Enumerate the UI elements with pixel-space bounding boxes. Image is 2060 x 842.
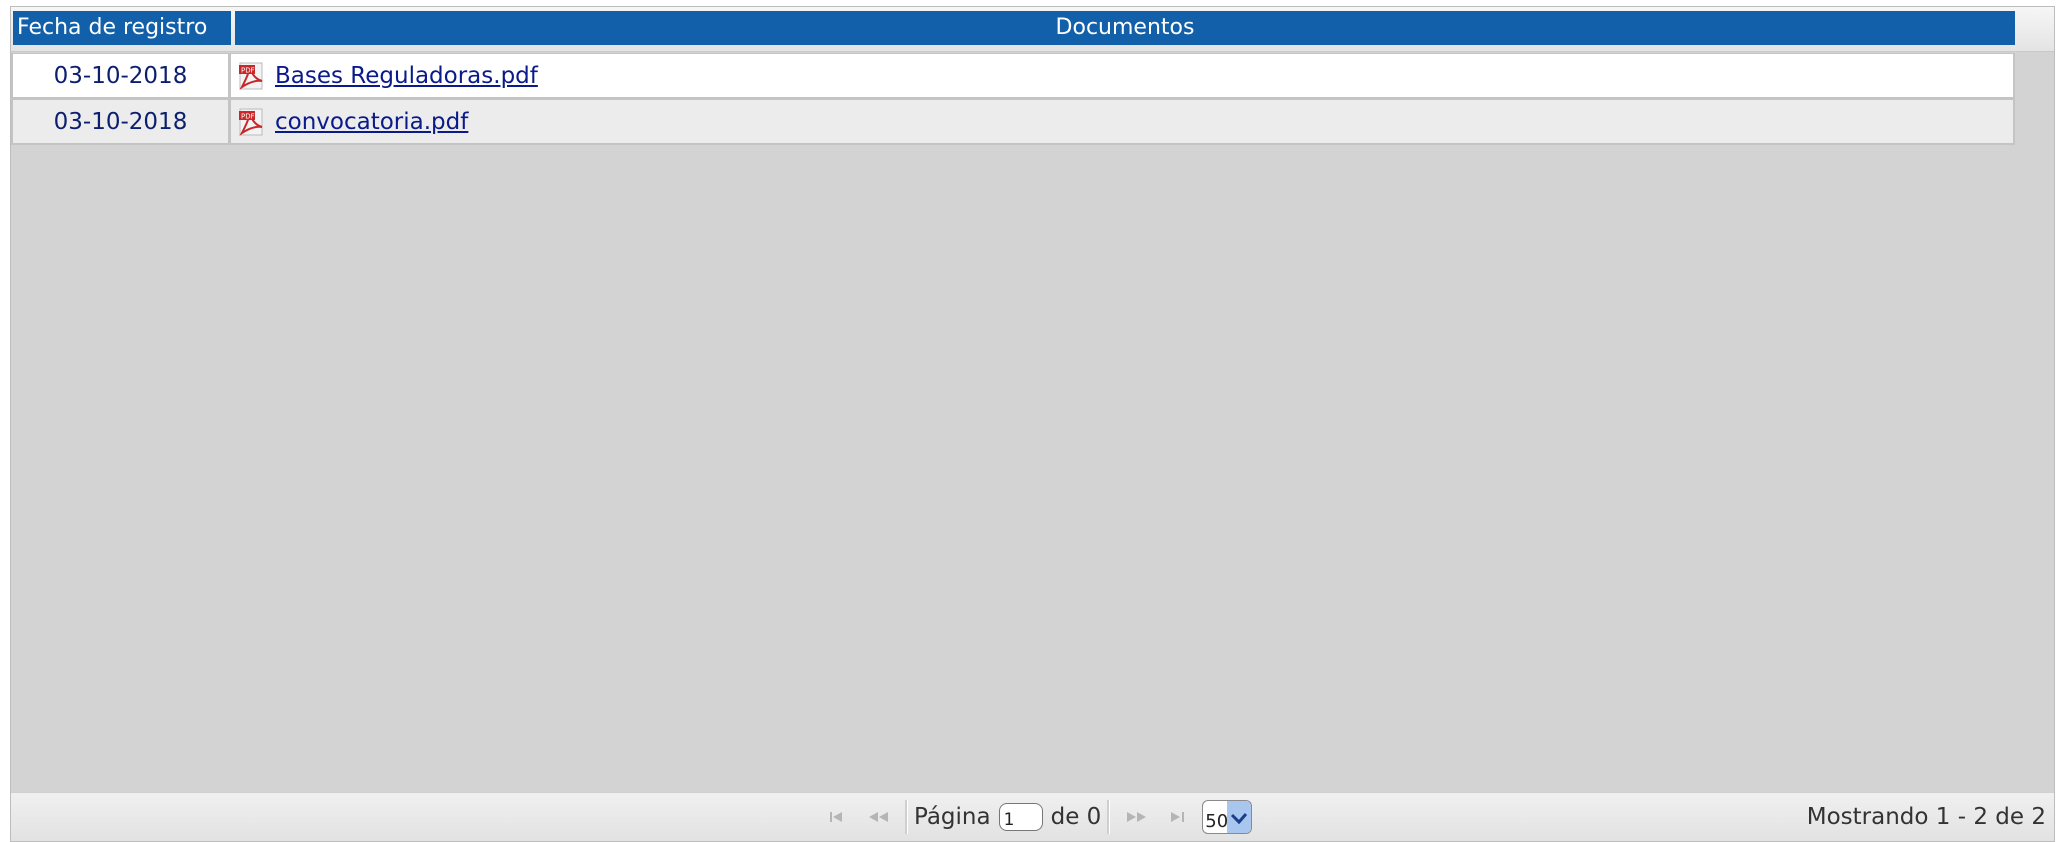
grid-body: 03-10-2018 PDF Bases Reguladoras.pdf 03-…: [11, 53, 2015, 145]
svg-text:PDF: PDF: [241, 112, 255, 120]
registration-date-cell: 03-10-2018: [13, 54, 231, 97]
pdf-icon: PDF: [239, 108, 263, 136]
first-page-icon[interactable]: [825, 807, 853, 827]
document-link[interactable]: convocatoria.pdf: [275, 109, 468, 135]
documents-grid: Fecha de registro Documentos 03-10-2018 …: [10, 6, 2055, 842]
chevron-down-icon[interactable]: [1227, 801, 1252, 833]
column-header-fecha-de-registro[interactable]: Fecha de registro: [13, 11, 231, 45]
document-link[interactable]: Bases Reguladoras.pdf: [275, 63, 538, 89]
page-label: Página: [914, 804, 991, 830]
document-cell: PDF Bases Reguladoras.pdf: [231, 54, 538, 97]
records-count: Mostrando 1 - 2 de 2: [1806, 804, 2046, 830]
registration-date-cell: 03-10-2018: [13, 100, 231, 143]
pagination-bar: Página de 0 50: [11, 792, 2054, 841]
column-header-documentos[interactable]: Documentos: [235, 11, 2015, 45]
table-row[interactable]: 03-10-2018 PDF Bases Reguladoras.pdf: [11, 53, 2015, 99]
pdf-icon: PDF: [239, 62, 263, 90]
page-number-input[interactable]: [998, 803, 1043, 831]
page-total-label: de 0: [1050, 804, 1102, 830]
page-size-select[interactable]: 50: [1202, 800, 1253, 834]
next-page-icon[interactable]: [1122, 807, 1150, 827]
pager-separator: [905, 800, 908, 834]
svg-text:PDF: PDF: [241, 66, 255, 74]
pager-separator: [1107, 800, 1111, 834]
pagination-controls: Página de 0 50: [819, 793, 1253, 841]
table-row[interactable]: 03-10-2018 PDF convocatoria.pdf: [11, 99, 2015, 145]
previous-page-icon[interactable]: [865, 807, 893, 827]
last-page-icon[interactable]: [1162, 807, 1190, 827]
document-cell: PDF convocatoria.pdf: [231, 100, 468, 143]
page-size-value: 50: [1205, 811, 1229, 832]
grid-header: Fecha de registro Documentos: [11, 7, 2054, 52]
